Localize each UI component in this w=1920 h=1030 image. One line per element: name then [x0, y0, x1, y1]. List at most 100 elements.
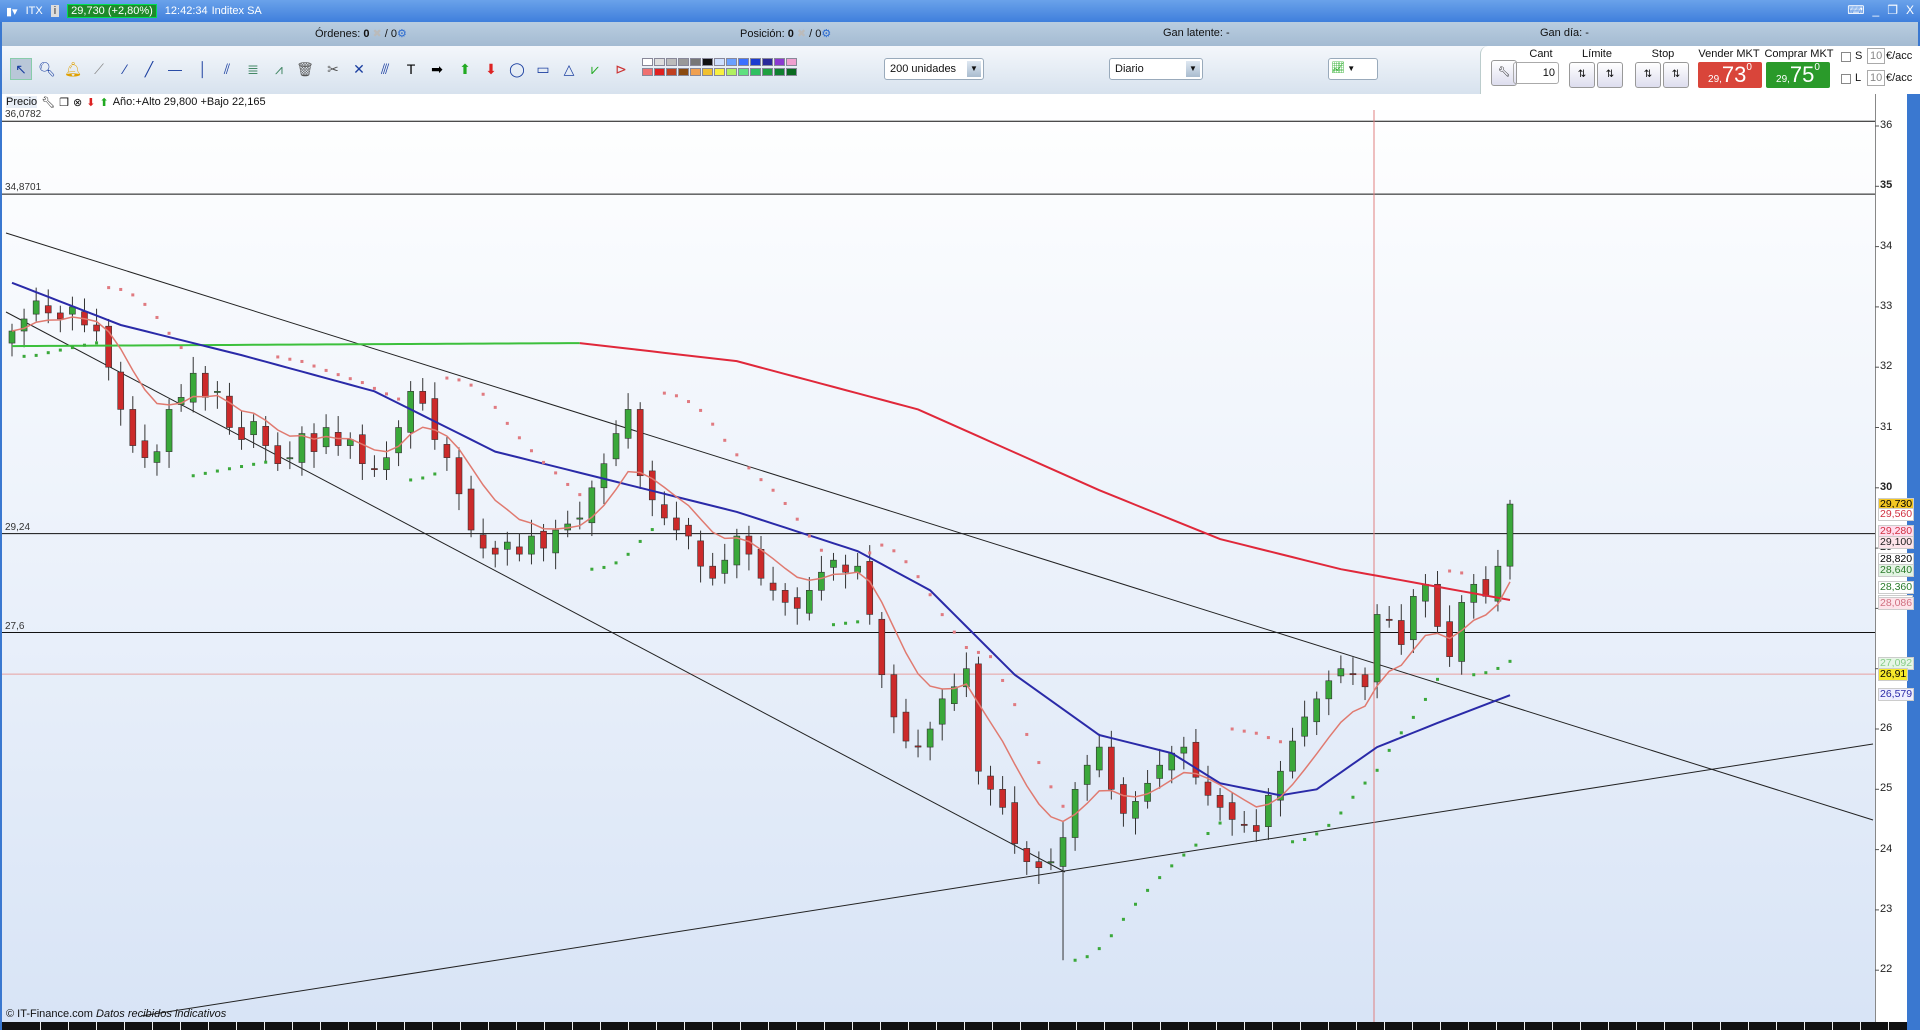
sar-dot	[493, 405, 497, 409]
candle-up	[576, 517, 584, 520]
sar-dot	[1194, 843, 1198, 847]
panel-title: Precio	[6, 96, 38, 108]
move-down-icon[interactable]: ⬇	[86, 96, 95, 109]
sar-dot	[22, 354, 26, 358]
candle-down	[661, 504, 668, 519]
sar-dot	[1303, 837, 1307, 841]
sar-dot	[191, 474, 195, 478]
candle-down	[636, 409, 644, 477]
price-value-tag: 26,91	[1878, 668, 1909, 682]
sar-dot	[1134, 902, 1137, 906]
sar-dot	[1013, 703, 1017, 707]
candle-down	[757, 549, 765, 579]
candle-up	[298, 433, 306, 463]
candle-up	[1337, 668, 1345, 677]
sar-dot	[1399, 731, 1403, 735]
sar-dot	[1170, 864, 1174, 868]
y-tick-label: 24	[1880, 842, 1893, 855]
sar-dot	[626, 552, 630, 556]
candle-up	[1301, 716, 1308, 737]
y-tick-label: 33	[1880, 299, 1893, 312]
candle-down	[274, 445, 282, 464]
candle-up	[926, 728, 934, 748]
y-tick-label: 35	[1880, 179, 1893, 192]
candle-up	[1313, 698, 1321, 723]
price-value-tag: 28,086	[1878, 597, 1915, 611]
sar-dot	[505, 421, 509, 425]
candle-up	[1265, 795, 1272, 827]
sar-dot	[433, 472, 437, 476]
move-up-icon[interactable]: ⬆	[99, 96, 108, 109]
copy-icon[interactable]: ❐	[59, 96, 69, 109]
sar-dot	[1109, 934, 1113, 938]
candle-down	[709, 565, 716, 579]
candle-down	[842, 564, 849, 573]
sar-dot	[227, 467, 231, 471]
sar-dot	[1218, 821, 1222, 825]
sar-dot	[95, 341, 99, 345]
sar-dot	[131, 293, 135, 297]
candle-down	[648, 470, 656, 501]
sar-dot	[1146, 888, 1150, 892]
candle-down	[1349, 673, 1357, 676]
candle-down	[1385, 618, 1393, 621]
sar-dot	[529, 449, 533, 453]
wrench-icon[interactable]: 🔧︎	[41, 96, 55, 109]
candle-up	[1047, 861, 1055, 864]
trendline-upper[interactable]	[5, 232, 1874, 821]
candle-down	[1216, 795, 1224, 808]
sar-dot	[1363, 781, 1367, 785]
candle-up	[1422, 583, 1429, 602]
sar-dot	[1339, 811, 1343, 815]
sar-dot	[590, 567, 594, 571]
candle-up	[624, 409, 632, 439]
sar-dot	[1230, 727, 1234, 731]
y-tick-label: 34	[1880, 239, 1893, 252]
sar-dot	[1484, 671, 1488, 675]
candle-up	[1095, 746, 1103, 771]
candle-down	[310, 433, 318, 452]
sar-dot	[397, 397, 401, 401]
candle-up	[938, 698, 946, 725]
candle-down	[44, 305, 52, 314]
sar-dot	[819, 548, 823, 552]
candle-down	[1011, 802, 1018, 844]
sar-dot	[155, 315, 159, 319]
trendline-lower[interactable]	[5, 311, 1066, 873]
sar-dot	[868, 551, 872, 555]
sar-dot	[614, 561, 618, 565]
sar-dot	[276, 355, 280, 359]
sar-dot	[662, 391, 666, 395]
sar-dot	[783, 501, 787, 505]
sar-dot	[759, 478, 763, 482]
price-value-tag: 29,560	[1878, 508, 1915, 522]
sar-dot	[46, 351, 50, 355]
y-tick-label: 30	[1880, 480, 1893, 493]
trendline-support[interactable]	[140, 743, 1874, 1017]
candle-up	[1083, 764, 1091, 785]
chart-canvas	[2, 94, 1879, 1022]
sar-dot	[989, 655, 993, 659]
candle-down	[685, 524, 692, 537]
candle-down	[1023, 848, 1031, 862]
sar-dot	[264, 460, 268, 464]
candle-up	[854, 565, 861, 573]
candle-up	[612, 433, 620, 460]
close-icon[interactable]: ⊗	[73, 96, 82, 109]
candle-down	[914, 745, 922, 748]
candle-down	[419, 391, 427, 404]
candle-down	[673, 517, 680, 531]
candle-up	[214, 391, 221, 393]
candle-up	[600, 463, 608, 489]
sar-dot	[892, 549, 896, 553]
y-tick-label: 26	[1880, 722, 1893, 734]
y-tick-label: 32	[1880, 360, 1893, 373]
sar-dot	[844, 621, 848, 625]
sar-dot	[542, 460, 546, 464]
sar-dot	[566, 482, 570, 486]
candle-up	[504, 541, 511, 550]
candle-down	[467, 488, 475, 531]
sar-dot	[469, 383, 473, 387]
sar-dot	[82, 343, 86, 347]
y-tick-label: 23	[1880, 902, 1893, 915]
